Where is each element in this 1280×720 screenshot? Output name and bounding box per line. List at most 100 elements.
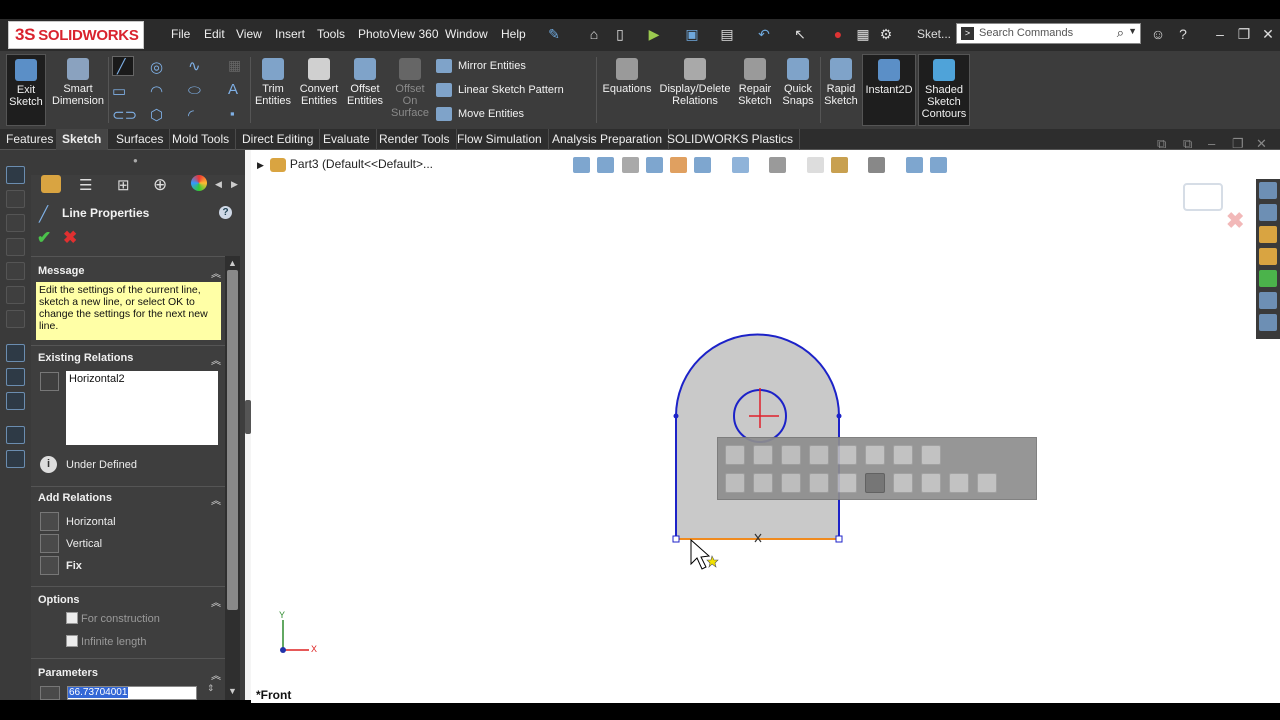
scroll-down-icon[interactable]: ▼ [228,686,237,696]
tool-icon[interactable] [6,214,25,232]
collapse-icon[interactable]: ︽ [211,265,221,280]
repair-sketch-button[interactable]: Repair Sketch [736,54,774,126]
move-entities-button[interactable]: Move Entities [436,107,524,121]
circle-tool-icon[interactable]: ◎ [150,58,163,76]
tool-icon[interactable] [6,344,25,362]
dimxpert-tab-icon[interactable]: ⊕ [153,175,167,195]
vertical-relation-icon[interactable] [40,534,59,553]
file-properties-icon[interactable]: ▦ [855,26,871,42]
mirror-entities-button[interactable]: Mirror Entities [436,59,526,73]
collinear-relation-icon[interactable] [781,445,801,465]
custom-properties-icon[interactable] [1259,292,1277,309]
property-manager-tab-icon[interactable]: ☰ [79,176,92,194]
user-icon[interactable]: ☺ [1150,26,1166,42]
chevron-down-icon[interactable]: ▼ [1128,26,1137,36]
sketch-point[interactable] [836,413,842,419]
close-icon[interactable]: ✕ [1260,26,1276,42]
tool-icon[interactable] [6,190,25,208]
quick-snaps-button[interactable]: Quick Snaps [778,54,818,126]
panel-scrollbar[interactable]: ▲ ▼ [225,256,240,700]
line-endpoint-handle[interactable] [672,535,680,543]
print-icon[interactable]: ▤ [719,26,735,42]
help-icon[interactable]: ? [219,206,232,219]
resources-icon[interactable] [1259,204,1277,221]
ok-checkmark-icon[interactable]: ✔ [37,228,51,248]
arc-tool-icon[interactable]: ◠ [150,82,163,100]
restore-icon[interactable]: ❐ [1236,26,1252,42]
sketch-point[interactable] [673,413,679,419]
minimize-icon[interactable]: – [1212,26,1228,42]
construction-geometry-icon[interactable] [725,473,745,493]
offset-on-surface-button[interactable]: Offset On Surface [389,54,431,126]
menu-edit[interactable]: Edit [204,27,225,41]
line-tool-button[interactable]: ╱ [112,56,134,76]
menu-file[interactable]: File [171,27,190,41]
for-construction-checkbox[interactable] [66,612,78,624]
scrollbar-thumb[interactable] [227,270,238,610]
menu-help[interactable]: Help [501,27,526,41]
add-relation-horizontal[interactable]: Horizontal [66,516,116,528]
select-icon[interactable]: ↖ [792,26,808,42]
select-chain-icon[interactable] [753,473,773,493]
tab-features[interactable]: Features [0,129,61,150]
polygon-tool-icon[interactable]: ⬡ [150,106,163,124]
scroll-up-icon[interactable]: ▲ [228,258,237,268]
cancel-x-icon[interactable]: ✖ [63,228,77,248]
design-library-icon[interactable] [1259,226,1277,243]
menu-photoview[interactable]: PhotoView 360 [358,27,439,41]
rectangle-tool-icon[interactable]: ▭ [112,82,126,100]
slot-tool-icon[interactable]: ⊂⊃ [112,106,137,124]
ellipse-tool-icon[interactable]: ⬭ [188,82,201,99]
tab-render-tools[interactable]: Render Tools [373,129,457,150]
tab-evaluate[interactable]: Evaluate [317,129,377,150]
solidworks-logo[interactable]: 3S SOLIDWORKS [8,21,144,49]
text-tool-icon[interactable]: A [228,81,238,98]
fix-relation-icon[interactable] [40,556,59,575]
equations-button[interactable]: Equations [600,54,654,126]
add-relation-vertical[interactable]: Vertical [66,538,102,550]
graphics-area[interactable]: ▶ Part3 (Default<<Default>... ⧉ ⧉ – ❐ ✕ ✖ [251,136,1280,703]
equal-relation-icon[interactable] [865,445,885,465]
tab-mold-tools[interactable]: Mold Tools [166,129,237,150]
menu-window[interactable]: Window [445,27,488,41]
relation-item[interactable]: Horizontal2 [69,373,125,385]
offset-entities-button[interactable]: Offset Entities [344,54,386,126]
point-tool-icon[interactable]: ▦ [228,57,241,74]
horizontal-relation-icon[interactable] [725,445,745,465]
shaded-sketch-contours-button[interactable]: Shaded Sketch Contours [918,54,970,126]
exit-sketch-button[interactable]: Exit Sketch [6,54,46,126]
rapid-sketch-button[interactable]: Rapid Sketch [823,54,859,126]
sketch-tool-icon[interactable] [6,166,25,184]
zoom-selection-icon[interactable] [809,473,829,493]
tab-flow-simulation[interactable]: Flow Simulation [451,129,549,150]
linear-sketch-pattern-button[interactable]: Linear Sketch Pattern [436,83,564,97]
sketch-canvas[interactable] [251,150,1280,703]
convert-entities-button[interactable]: Convert Entities [297,54,341,126]
tab-analysis-preparation[interactable]: Analysis Preparation [546,129,670,150]
window-minimize-icon[interactable]: – [1208,136,1215,151]
home-icon[interactable]: ⌂ [586,26,602,42]
convert-icon[interactable] [977,473,997,493]
instant2d-button[interactable]: Instant2D [862,54,916,126]
tab-solidworks-plastics[interactable]: SOLIDWORKS Plastics [661,129,801,150]
display-delete-relations-button[interactable]: Display/Delete Relations [658,54,732,126]
tab-direct-editing[interactable]: Direct Editing [236,129,321,150]
file-explorer-icon[interactable] [1259,248,1277,265]
chevron-right-icon[interactable]: ▶ [231,179,238,190]
view-palette-icon[interactable] [1259,314,1277,331]
tab-surfaces[interactable]: Surfaces [110,129,171,150]
spin-arrows-icon[interactable]: ⇕ [207,683,215,694]
display-relations-icon[interactable] [837,473,857,493]
rebuild-icon[interactable]: ● [830,26,846,42]
infinite-length-checkbox[interactable] [66,635,78,647]
horizontal-relation-icon[interactable] [40,512,59,531]
existing-relations-list[interactable]: Horizontal2 [66,371,218,445]
length-input[interactable]: 66.73704001 [67,686,197,700]
smart-dimension-button[interactable]: Smart Dimension [50,54,106,126]
collapse-icon[interactable]: ︽ [211,492,221,507]
extend-icon[interactable] [921,473,941,493]
undo-icon[interactable]: ↶ [756,26,772,42]
trim-icon[interactable] [893,473,913,493]
vertical-relation-icon[interactable] [753,445,773,465]
open-icon[interactable]: ▶ [646,26,662,42]
